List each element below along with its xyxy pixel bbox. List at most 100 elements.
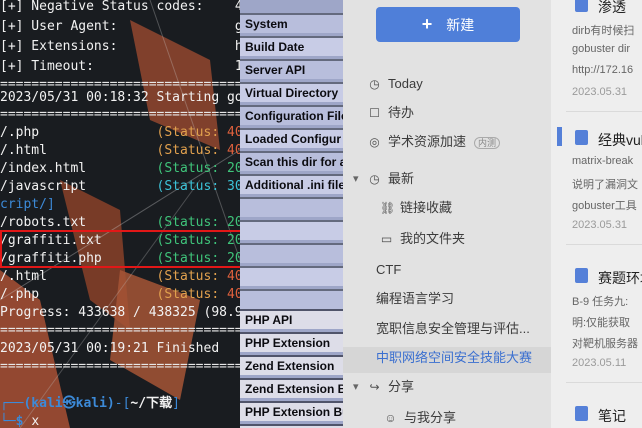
wrapped-url-fragment: cript/] [0, 197, 55, 212]
result-path: /javascript [0, 179, 157, 194]
beta-badge: 内测 [474, 137, 501, 149]
sidebar-item[interactable]: ◷ Today [343, 73, 551, 95]
config-label: [+] Extensions: [0, 39, 235, 54]
finished-line: 2023/05/31 00:19:21 Finished [0, 341, 220, 356]
collapse-chevron-icon[interactable]: ▾ [353, 376, 359, 398]
clock-icon: ◷ [369, 172, 380, 186]
sidebar-item[interactable]: ☺ 与我分享 [343, 407, 551, 428]
note-date: 2023.05.11 [572, 357, 627, 369]
result-path: /.php [0, 287, 157, 302]
status-label: (Status: [156, 161, 227, 176]
note-preview-line: dirb有时候扫 [572, 25, 635, 37]
note-title[interactable]: 笔记 [598, 406, 626, 426]
sidebar-item-label: 待办 [388, 105, 415, 120]
checkbox-icon: ☐ [369, 106, 380, 120]
phpinfo-row: PHP Extension [240, 332, 343, 352]
note-divider [566, 111, 642, 112]
config-line: [+] Timeout: 10s [0, 58, 258, 76]
sidebar-item-label: 宽职信息安全管理与评估... [376, 321, 530, 336]
sidebar-item-label: 中职网络空间安全技能大赛 [376, 350, 533, 365]
phpinfo-row: Build Date [240, 36, 343, 56]
note-preview-line: 对靶机服务器 [572, 338, 638, 350]
note-preview-line: B-9 任务九: [572, 296, 629, 308]
note-preview-line: 明:仅能获取 [572, 317, 631, 329]
phpinfo-row: Zend Extension [240, 355, 343, 375]
sidebar-item[interactable]: CTF [343, 259, 551, 281]
sidebar-item[interactable]: 宽职信息安全管理与评估... [343, 318, 551, 340]
note-date: 2023.05.31 [572, 86, 628, 98]
shell-command: └─$ x [0, 414, 40, 428]
result-path: /robots.txt [0, 215, 157, 230]
status-label: (Status: [156, 215, 227, 230]
phpinfo-row [240, 266, 343, 286]
phpinfo-window: System Build Date Server API Virtual Direct… [240, 0, 343, 428]
status-label: (Status: [156, 143, 227, 158]
sidebar-item[interactable]: 中职网络空间安全技能大赛 [343, 347, 551, 369]
command-input: x [31, 414, 40, 428]
status-label: (Status: [156, 125, 227, 140]
user-icon: ☺ [384, 411, 397, 425]
result-path: /index.html [0, 161, 157, 176]
progress-line: Progress: 433638 / 438325 (98.93%) [0, 305, 267, 320]
shell-prompt: ┌──(kali㉿kali)-[~/下载] [0, 396, 180, 411]
result-path: /.html [0, 143, 157, 158]
note-preview-line: http://172.16 [572, 64, 634, 76]
result-path: /.php [0, 125, 157, 140]
sidebar-item[interactable]: ◷ 最新 ▾ [343, 168, 551, 190]
folder-icon: ▭ [380, 232, 393, 246]
phpinfo-row: Server API [240, 59, 343, 79]
note-date: 2023.05.31 [572, 219, 628, 231]
notes-sidebar: + 新建 ◷ Today ☐ 待办 ◎ 学术资源加速 内测 ◷ 最新 ▾ ⛓ 链接收藏 ▭ 我的文件夹 CT… [343, 0, 551, 428]
sidebar-item-label: 与我分享 [404, 410, 457, 425]
notes-list: 渗透 dirb有时候扫 gobuster dir http://172.16 2023.… [551, 0, 642, 428]
note-preview-line: gobuster工具 [572, 200, 637, 212]
sidebar-item-label: CTF [376, 262, 402, 277]
highlight-box [0, 230, 280, 268]
selection-indicator [557, 127, 562, 146]
sidebar-item[interactable]: ⛓ 链接收藏 [343, 197, 551, 219]
phpinfo-row: PHP API [240, 309, 343, 329]
note-title[interactable]: 经典vul [598, 130, 642, 150]
sidebar-item[interactable]: ↪ 分享 ▾ [343, 376, 551, 398]
status-label: (Status: [156, 287, 227, 302]
phpinfo-row: Zend Extension Bu [240, 378, 343, 398]
sidebar-item-label: Today [388, 76, 423, 91]
sidebar-item-label: 编程语言学习 [376, 291, 455, 306]
sidebar-item[interactable]: ▭ 我的文件夹 [343, 228, 551, 250]
sidebar-item-label: 学术资源加速 [388, 134, 467, 149]
phpinfo-row: Configuration File [240, 105, 343, 125]
phpinfo-row [240, 220, 343, 240]
config-label: [+] Negative Status codes: [0, 0, 235, 14]
collapse-chevron-icon[interactable]: ▾ [353, 168, 359, 190]
new-note-button[interactable]: + 新建 [376, 7, 520, 42]
note-doc-icon [575, 268, 588, 283]
note-title[interactable]: 渗透 [598, 0, 626, 17]
new-note-label: 新建 [446, 17, 475, 33]
prompt-user: (kali㉿kali) [23, 396, 115, 411]
phpinfo-row: Virtual Directory [240, 82, 343, 102]
plus-icon: + [421, 14, 433, 34]
config-label: [+] Timeout: [0, 59, 235, 74]
status-label: (Status: [156, 269, 227, 284]
sidebar-item-label: 最新 [388, 171, 415, 186]
phpinfo-row: Scan this dir for a [240, 151, 343, 171]
phpinfo-row: Additional .ini file [240, 174, 343, 194]
phpinfo-row: PHP Extension Bu [240, 401, 343, 421]
config-line: [+] Negative Status codes: 404 [0, 0, 258, 16]
prompt-dir: ~/下载 [130, 396, 173, 411]
config-label: [+] User Agent: [0, 19, 235, 34]
prompt-symbol: $ [15, 414, 24, 428]
note-preview-line: 说明了漏洞文 [572, 179, 638, 191]
note-title[interactable]: 赛题环境 [598, 268, 642, 288]
note-doc-icon [575, 130, 588, 145]
sidebar-item[interactable]: ☐ 待办 [343, 102, 551, 124]
sidebar-item[interactable]: ◎ 学术资源加速 内测 [343, 131, 551, 153]
sidebar-item-label: 链接收藏 [400, 200, 453, 215]
phpinfo-row: Debug Build [240, 424, 343, 428]
note-doc-icon [575, 0, 588, 12]
result-path: /.html [0, 269, 157, 284]
note-preview-line: matrix-break [572, 155, 634, 167]
globe-icon: ◎ [369, 135, 380, 149]
sidebar-item[interactable]: 编程语言学习 [343, 288, 551, 310]
note-doc-icon [575, 406, 588, 421]
